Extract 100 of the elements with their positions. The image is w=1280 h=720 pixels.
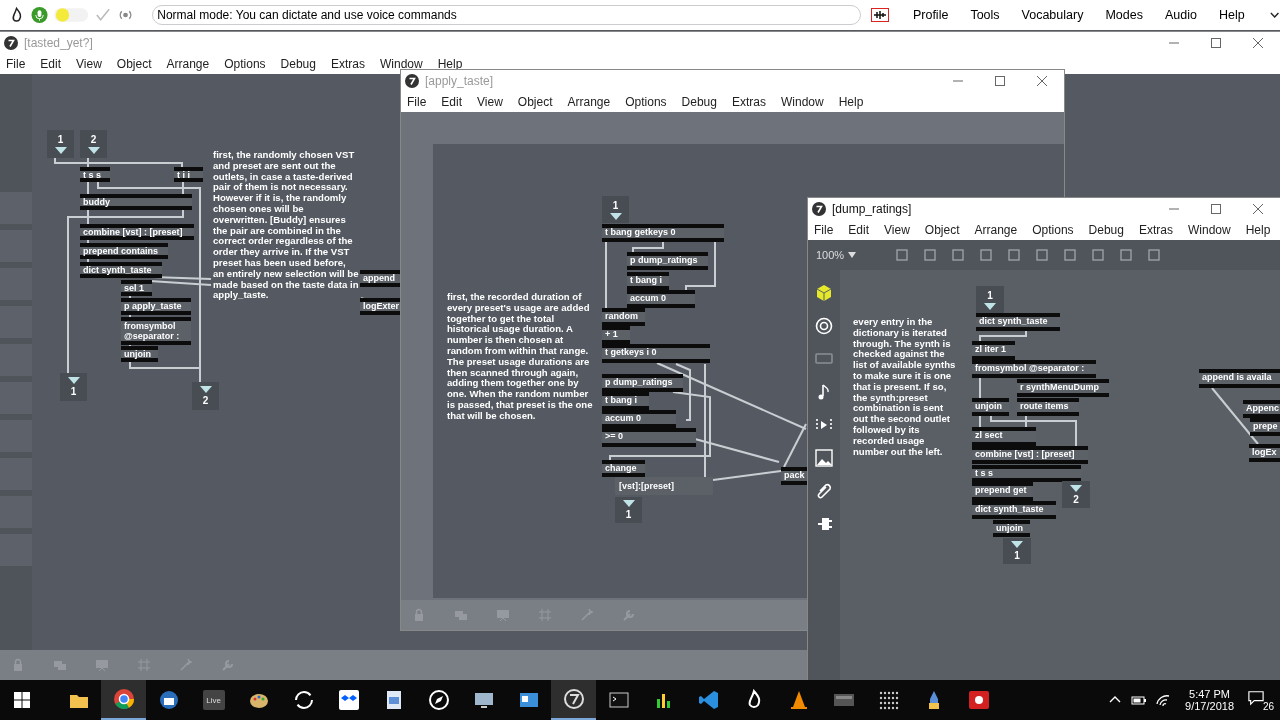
patch-object[interactable]: t s s	[972, 465, 1081, 482]
patch-object[interactable]: + 1	[602, 326, 630, 344]
menu-item[interactable]: Debug	[681, 95, 717, 109]
app-icon[interactable]: Live	[202, 690, 225, 710]
menu-item[interactable]: Window	[780, 95, 824, 109]
patch-object[interactable]: route items	[1017, 398, 1079, 416]
patch-object[interactable]: dict synth_taste	[972, 501, 1056, 519]
patch-object[interactable]: prepend get	[972, 482, 1033, 501]
wifi-icon[interactable]	[1155, 692, 1172, 708]
patch-object[interactable]: t i i	[174, 167, 203, 182]
close-icon[interactable]	[1036, 75, 1048, 87]
patch-object[interactable]: t s s	[80, 167, 110, 182]
menu-item[interactable]: Modes	[1105, 8, 1143, 22]
message-box[interactable]: [vst]:[preset]	[615, 477, 713, 495]
inlet[interactable]: 2	[80, 130, 107, 158]
menu-item[interactable]: Arrange	[166, 57, 210, 71]
patch-object[interactable]: logEx	[1249, 444, 1280, 462]
maximize-icon[interactable]	[1210, 37, 1222, 49]
patch-object[interactable]: change	[602, 460, 645, 477]
menu-item[interactable]: Edit	[40, 57, 62, 71]
patch-object[interactable]: Appenc	[1243, 400, 1280, 418]
record-icon[interactable]	[967, 689, 990, 711]
compass-icon[interactable]	[427, 689, 450, 711]
menu-item[interactable]: Debug	[280, 57, 316, 71]
image-icon[interactable]	[815, 449, 833, 467]
menu-item[interactable]: Window	[379, 57, 423, 71]
inlet[interactable]: 1	[602, 196, 629, 223]
menu-item[interactable]: Debug	[1088, 223, 1124, 237]
patch-object[interactable]: >= 0	[602, 428, 696, 447]
patch-object[interactable]: append is availa	[1199, 369, 1280, 388]
menu-item[interactable]: Profile	[912, 8, 949, 22]
app-logo-icon[interactable]	[562, 688, 585, 710]
round-logo-icon[interactable]	[112, 688, 135, 710]
patch-object[interactable]: zl sect	[972, 427, 1036, 446]
patch-object[interactable]: t bang i	[627, 272, 669, 290]
dot-grid-icon[interactable]	[877, 689, 900, 711]
caret-down-icon[interactable]	[848, 252, 857, 258]
menu-item[interactable]: Extras	[330, 57, 365, 71]
close-icon[interactable]	[1252, 203, 1264, 215]
outlet[interactable]: 2	[1062, 481, 1090, 508]
menu-item[interactable]: Extras	[731, 95, 766, 109]
code-editor-icon[interactable]	[697, 689, 720, 711]
taskbar-button[interactable]	[551, 680, 596, 720]
patch-object[interactable]: fromsymbol @separator :	[972, 360, 1096, 378]
target-icon[interactable]	[815, 317, 833, 335]
patch-object[interactable]: zl iter 1	[972, 341, 1015, 360]
menu-item[interactable]: Extras	[1138, 223, 1173, 237]
patch-object[interactable]: r synthMenuDump	[1017, 379, 1109, 397]
menu-item[interactable]: Help	[1245, 223, 1271, 237]
close-icon[interactable]	[1252, 37, 1264, 49]
taskbar-button[interactable]	[101, 680, 146, 720]
patch-cord[interactable]	[783, 423, 807, 468]
maximize-icon[interactable]	[1210, 203, 1222, 215]
box-logo-icon[interactable]	[337, 689, 360, 711]
microphone-icon[interactable]	[31, 6, 49, 24]
patch-cord[interactable]	[67, 209, 184, 374]
outlet[interactable]: 1	[1003, 538, 1031, 564]
taskbar-button[interactable]: Live	[191, 680, 236, 720]
patch-cord[interactable]	[675, 363, 691, 421]
inlet[interactable]: 1	[976, 286, 1004, 313]
menu-item[interactable]: File	[407, 95, 427, 109]
patch-object[interactable]: combine [vst] : [preset]	[972, 446, 1088, 464]
patch-object[interactable]: p apply_taste	[121, 298, 191, 315]
maximize-icon[interactable]	[994, 75, 1006, 87]
patch-object[interactable]: unjoin	[972, 398, 1009, 416]
patch-object[interactable]: t bang getkeys 0	[602, 224, 724, 242]
menu-item[interactable]: View	[477, 95, 503, 109]
terminal-icon[interactable]	[607, 689, 630, 711]
paperclip-icon[interactable]	[815, 482, 833, 500]
menu-item[interactable]: Window	[1187, 223, 1231, 237]
zoom-dropdown[interactable]: 100%	[816, 249, 845, 261]
menu-item[interactable]: Help	[1218, 8, 1245, 22]
menu-item[interactable]: File	[6, 57, 26, 71]
menu-item[interactable]: Audio	[1164, 8, 1197, 22]
menu-item[interactable]: Arrange	[974, 223, 1018, 237]
patch-object[interactable]: fromsymbol @separator :	[121, 317, 191, 345]
sync-icon[interactable]	[292, 689, 315, 711]
menu-item[interactable]: Object	[924, 223, 960, 237]
menu-item[interactable]: Help	[437, 57, 463, 71]
menu-item[interactable]: View	[884, 223, 910, 237]
menu-item[interactable]: Options	[1032, 223, 1074, 237]
bird-envelope-icon[interactable]	[157, 689, 180, 711]
patch-object[interactable]: unjoin	[993, 520, 1030, 537]
clock[interactable]: 5:47 PM 9/17/2018	[1179, 688, 1240, 712]
patch-object[interactable]: random	[602, 308, 645, 326]
patch-cord[interactable]	[360, 297, 365, 300]
patch-object[interactable]: buddy	[80, 194, 192, 210]
patch-object[interactable]: logExter	[360, 298, 401, 315]
inlet[interactable]: 1	[47, 130, 74, 158]
patch-object[interactable]: t bang i	[602, 392, 649, 410]
outlet[interactable]: 1	[60, 373, 87, 401]
outlet[interactable]: 2	[192, 382, 219, 410]
cube-icon[interactable]	[815, 284, 833, 302]
menu-item[interactable]: Options	[224, 57, 266, 71]
patch-object[interactable]: p dump_ratings	[602, 374, 683, 392]
patch-object[interactable]: sel 1	[121, 280, 152, 296]
patch-cord[interactable]	[632, 241, 664, 253]
menu-item[interactable]: Object	[116, 57, 152, 71]
outlet[interactable]: 1	[615, 497, 642, 523]
patch-object[interactable]: unjoin	[121, 346, 158, 362]
